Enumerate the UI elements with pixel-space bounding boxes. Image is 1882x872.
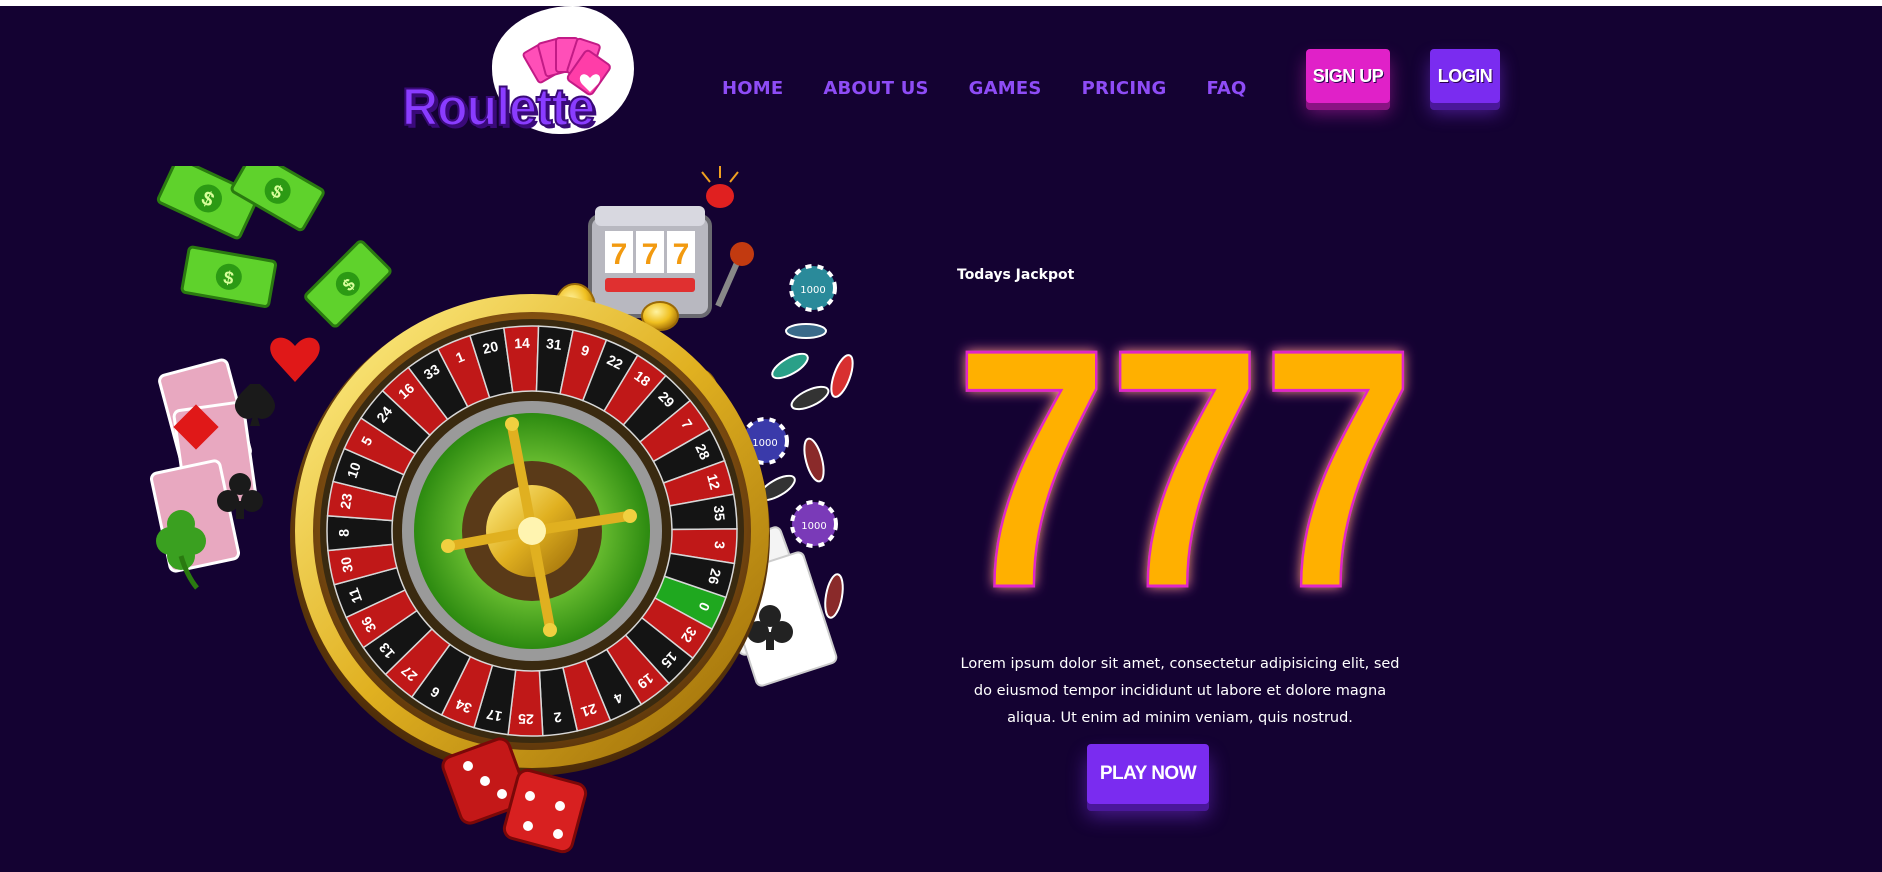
chip-label: 1000 xyxy=(801,521,826,532)
nav-about-us[interactable]: ABOUT US xyxy=(823,78,928,99)
chip-label: 1000 xyxy=(752,438,777,449)
slot-seven: 7 xyxy=(611,238,628,271)
casino-illustration: $ $ $ $ 7 7 7 1000 1000 1000 03215194212… xyxy=(150,166,854,854)
wheel-number: 30 xyxy=(337,555,356,573)
money-bills: $ $ $ $ xyxy=(156,166,392,328)
landing-page: Roulette HOME ABOUT US GAMES PRICING FAQ… xyxy=(0,6,1882,872)
hero-description: Lorem ipsum dolor sit amet, consectetur … xyxy=(960,655,1400,726)
jackpot-label: Todays Jackpot xyxy=(957,267,1075,283)
nav-pricing[interactable]: PRICING xyxy=(1082,78,1167,99)
site-logo[interactable]: Roulette xyxy=(400,6,640,138)
slot-seven: 7 xyxy=(642,238,659,271)
main-nav: HOME ABOUT US GAMES PRICING FAQ xyxy=(722,78,1247,99)
jackpot-value: 777 xyxy=(955,306,1415,606)
wheel-number: 31 xyxy=(545,335,563,353)
slot-seven: 7 xyxy=(673,238,690,271)
nav-home[interactable]: HOME xyxy=(722,78,783,99)
jackpot-display: 777 xyxy=(954,306,1417,606)
wheel-number: 23 xyxy=(337,492,355,510)
nav-faq[interactable]: FAQ xyxy=(1206,78,1246,99)
wheel-number: 25 xyxy=(518,711,534,727)
slot-machine-icon: 7 7 7 xyxy=(588,166,754,318)
nav-games[interactable]: GAMES xyxy=(969,78,1042,99)
login-button[interactable]: LOGIN xyxy=(1430,49,1500,103)
wheel-number: 8 xyxy=(336,529,352,537)
sign-up-button[interactable]: SIGN UP xyxy=(1306,49,1390,103)
wheel-number: 14 xyxy=(514,335,531,352)
wheel-number: 3 xyxy=(711,541,728,550)
play-now-button[interactable]: PLAY NOW xyxy=(1087,744,1209,804)
wheel-number: 35 xyxy=(711,505,728,522)
chip-label: 1000 xyxy=(800,285,825,296)
roulette-wheel-icon: 0321519421225173462713361130823105241633… xyxy=(290,294,770,776)
heart-icon xyxy=(270,337,320,382)
logo-text: Roulette xyxy=(401,77,596,138)
